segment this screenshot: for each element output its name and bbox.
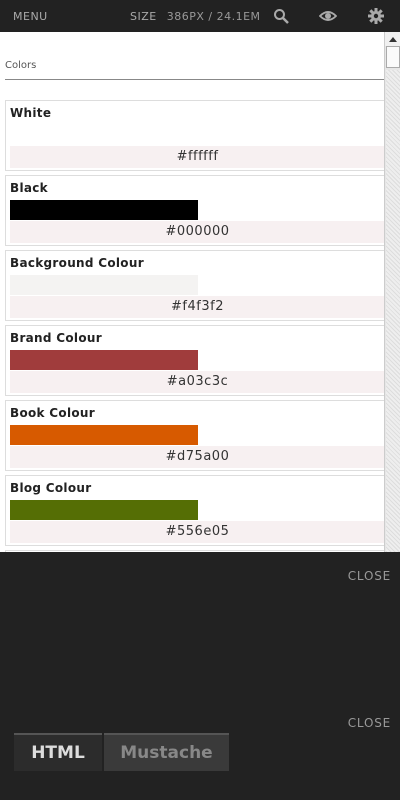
section-title: Colors — [5, 60, 37, 71]
size-label: SIZE — [130, 10, 157, 23]
swatch-name: Black — [10, 181, 48, 195]
vertical-scrollbar[interactable] — [384, 32, 400, 552]
size-value: 386PX / 24.1EM — [166, 10, 261, 23]
color-code: #f4f3f2 — [10, 296, 385, 318]
swatch-name: White — [10, 106, 52, 120]
color-chip — [10, 275, 198, 295]
pattern-viewport: Colors White #ffffff Black #000000 Backg… — [0, 32, 400, 552]
swatch-brand-colour: Brand Colour #a03c3c — [5, 325, 385, 396]
size-indicator: SIZE 386PX / 24.1EM — [130, 10, 261, 23]
color-chip — [10, 350, 198, 370]
scrollbar-thumb[interactable] — [386, 46, 400, 68]
color-code: #556e05 — [10, 521, 385, 543]
gear-icon[interactable] — [368, 8, 384, 24]
top-toolbar: MENU SIZE 386PX / 24.1EM — [0, 0, 400, 32]
close-button-secondary[interactable]: CLOSE — [348, 716, 391, 730]
search-icon[interactable] — [273, 8, 289, 24]
swatch-name: Background Colour — [10, 256, 144, 270]
color-chip — [10, 125, 198, 145]
color-chip — [10, 200, 198, 220]
swatch-name: Brand Colour — [10, 331, 102, 345]
scroll-up-arrow[interactable] — [385, 32, 400, 46]
swatch-background-colour: Background Colour #f4f3f2 — [5, 250, 385, 321]
swatch-blog-colour: Blog Colour #556e05 — [5, 475, 385, 546]
tab-html[interactable]: HTML — [14, 733, 102, 771]
menu-button[interactable]: MENU — [13, 10, 48, 23]
swatch-black: Black #000000 — [5, 175, 385, 246]
swatch-name: Book Colour — [10, 406, 95, 420]
color-chip — [10, 425, 198, 445]
tab-mustache[interactable]: Mustache — [104, 733, 229, 771]
color-code: #ffffff — [10, 146, 385, 168]
color-chip — [10, 500, 198, 520]
color-code: #a03c3c — [10, 371, 385, 393]
color-code: #000000 — [10, 221, 385, 243]
section-divider — [5, 79, 384, 80]
close-button[interactable]: CLOSE — [348, 569, 391, 583]
swatch-name: Blog Colour — [10, 481, 92, 495]
color-code: #d75a00 — [10, 446, 385, 468]
code-drawer: CLOSE CLOSE HTML Mustache — [0, 552, 400, 800]
swatch-white: White #ffffff — [5, 100, 385, 171]
scrollbar-track[interactable] — [386, 70, 400, 552]
eye-icon[interactable] — [319, 8, 337, 24]
swatch-book-colour: Book Colour #d75a00 — [5, 400, 385, 471]
